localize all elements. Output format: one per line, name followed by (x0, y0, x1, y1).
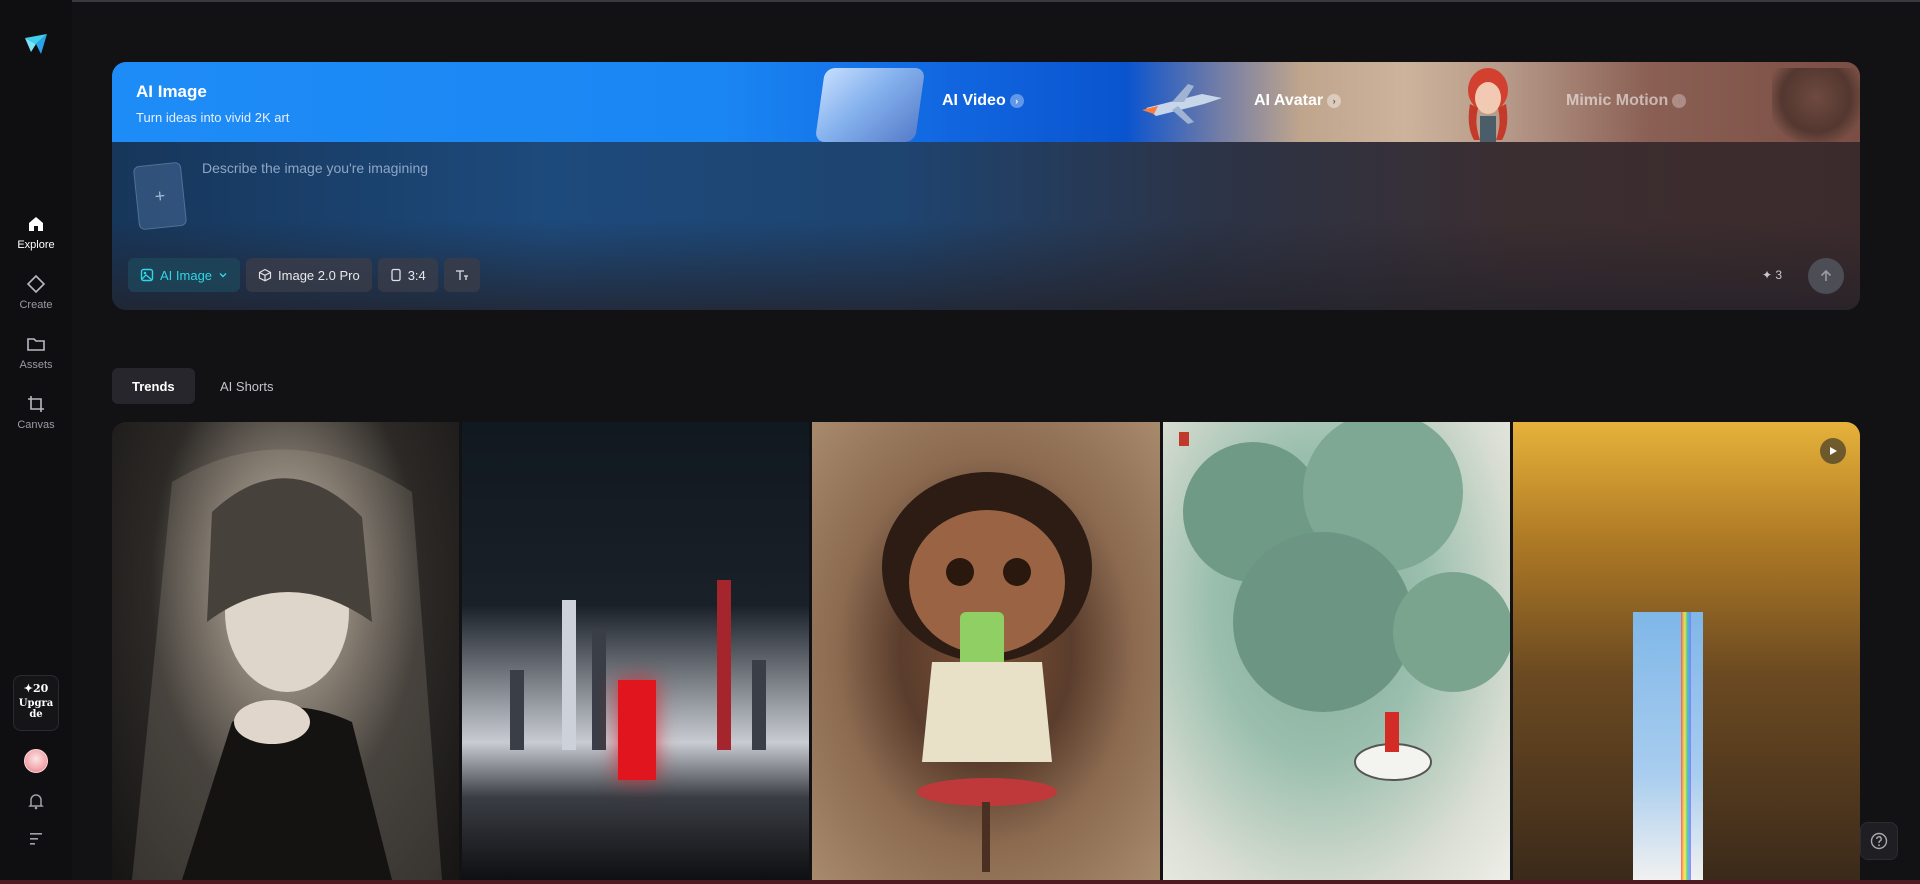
gallery-card[interactable] (1162, 422, 1510, 880)
sidebar-item-label: Assets (19, 359, 53, 371)
sidebar-item-canvas[interactable]: Canvas (6, 386, 66, 438)
tab-label: AI Avatar (1254, 92, 1324, 109)
banner-title: AI Image (136, 82, 207, 101)
home-icon (25, 213, 47, 235)
video-thumbnail (814, 68, 926, 142)
sidebar-item-label: Create (19, 299, 53, 311)
top-divider (0, 0, 1920, 2)
tab-ai-shorts[interactable]: AI Shorts (200, 368, 293, 404)
sidebar-item-label: Canvas (17, 419, 55, 431)
sidebar-item-create[interactable]: Create (6, 266, 66, 318)
gallery-card[interactable] (1512, 422, 1860, 880)
portrait-ratio-icon (391, 268, 401, 282)
upgrade-button[interactable]: ✦20 Upgrade (13, 675, 59, 731)
chevron-right-icon: › (1327, 94, 1342, 108)
tab-ai-video[interactable]: AI Video › (942, 92, 1024, 110)
portrait-image (132, 449, 442, 880)
painting-image (1178, 422, 1510, 781)
chevron-right-icon: › (1672, 94, 1687, 108)
prompt-toolbar: AI Image Image 2.0 Pro 3:4 (128, 258, 480, 292)
tab-label: Mimic Motion (1566, 92, 1669, 109)
upgrade-label: Upgrade (18, 698, 54, 720)
plus-icon: + (153, 185, 167, 206)
rainbow-stripe (1680, 612, 1691, 880)
cube-icon (258, 268, 272, 282)
trends-gallery (112, 422, 1860, 880)
avatar-thumbnail (1468, 68, 1508, 142)
sidebar-item-assets[interactable]: Assets (6, 326, 66, 378)
avatar[interactable] (24, 749, 48, 773)
aspect-ratio-select[interactable]: 3:4 (377, 258, 438, 292)
text-style-button[interactable] (443, 258, 480, 292)
prompt-panel: + AI Image Image 2.0 Pro 3:4 ✦ 3 (112, 142, 1860, 310)
model-select[interactable]: Image 2.0 Pro (246, 258, 372, 292)
upload-image-button[interactable]: + (132, 161, 188, 231)
logo-icon[interactable] (22, 30, 50, 58)
bell-icon[interactable] (26, 791, 46, 811)
play-icon[interactable] (1820, 438, 1847, 464)
tab-label: AI Shorts (220, 378, 274, 394)
generate-button[interactable] (1808, 258, 1844, 294)
diamond-icon (25, 273, 47, 295)
motion-thumbnail (1772, 68, 1860, 142)
gallery-card[interactable] (462, 422, 810, 880)
folder-icon (25, 333, 47, 355)
menu-icon[interactable] (27, 830, 45, 846)
sidebar-item-label: Explore (17, 239, 55, 251)
arrow-up-icon (1820, 269, 1832, 281)
credit-cost: ✦ 3 (1761, 268, 1782, 282)
gallery-card[interactable] (812, 422, 1160, 880)
gallery-card[interactable] (112, 422, 460, 880)
chevron-right-icon: › (1009, 94, 1024, 108)
character-image (882, 472, 1093, 872)
red-door (618, 680, 657, 780)
tab-label: Trends (132, 378, 175, 394)
text-icon (455, 270, 468, 280)
tab-trends[interactable]: Trends (112, 368, 195, 404)
sidebar: Explore Create Assets Canvas ✦20 Upgrade (0, 0, 72, 884)
mode-select[interactable]: AI Image (128, 258, 241, 292)
tab-ai-avatar[interactable]: AI Avatar › (1254, 92, 1342, 110)
image-icon (140, 268, 154, 282)
model-label: Image 2.0 Pro (278, 267, 360, 283)
credit-count: ✦20 (23, 682, 49, 695)
crop-icon (25, 393, 47, 415)
mode-label: AI Image (160, 267, 213, 283)
ratio-label: 3:4 (407, 267, 426, 283)
prompt-input[interactable] (202, 156, 1202, 180)
feature-banner: AI Image Turn ideas into vivid 2K art AI… (112, 62, 1860, 142)
help-button[interactable] (1860, 822, 1898, 860)
tab-mimic-motion[interactable]: Mimic Motion › (1566, 92, 1687, 110)
banner-subtitle: Turn ideas into vivid 2K art (136, 110, 290, 125)
tab-label: AI Video (942, 92, 1006, 109)
jet-thumbnail (1142, 84, 1222, 124)
sidebar-item-explore[interactable]: Explore (6, 206, 66, 258)
question-icon (1870, 832, 1888, 850)
bottom-divider (0, 880, 1920, 884)
doorway-light (1632, 612, 1703, 880)
chevron-down-icon (219, 273, 227, 278)
